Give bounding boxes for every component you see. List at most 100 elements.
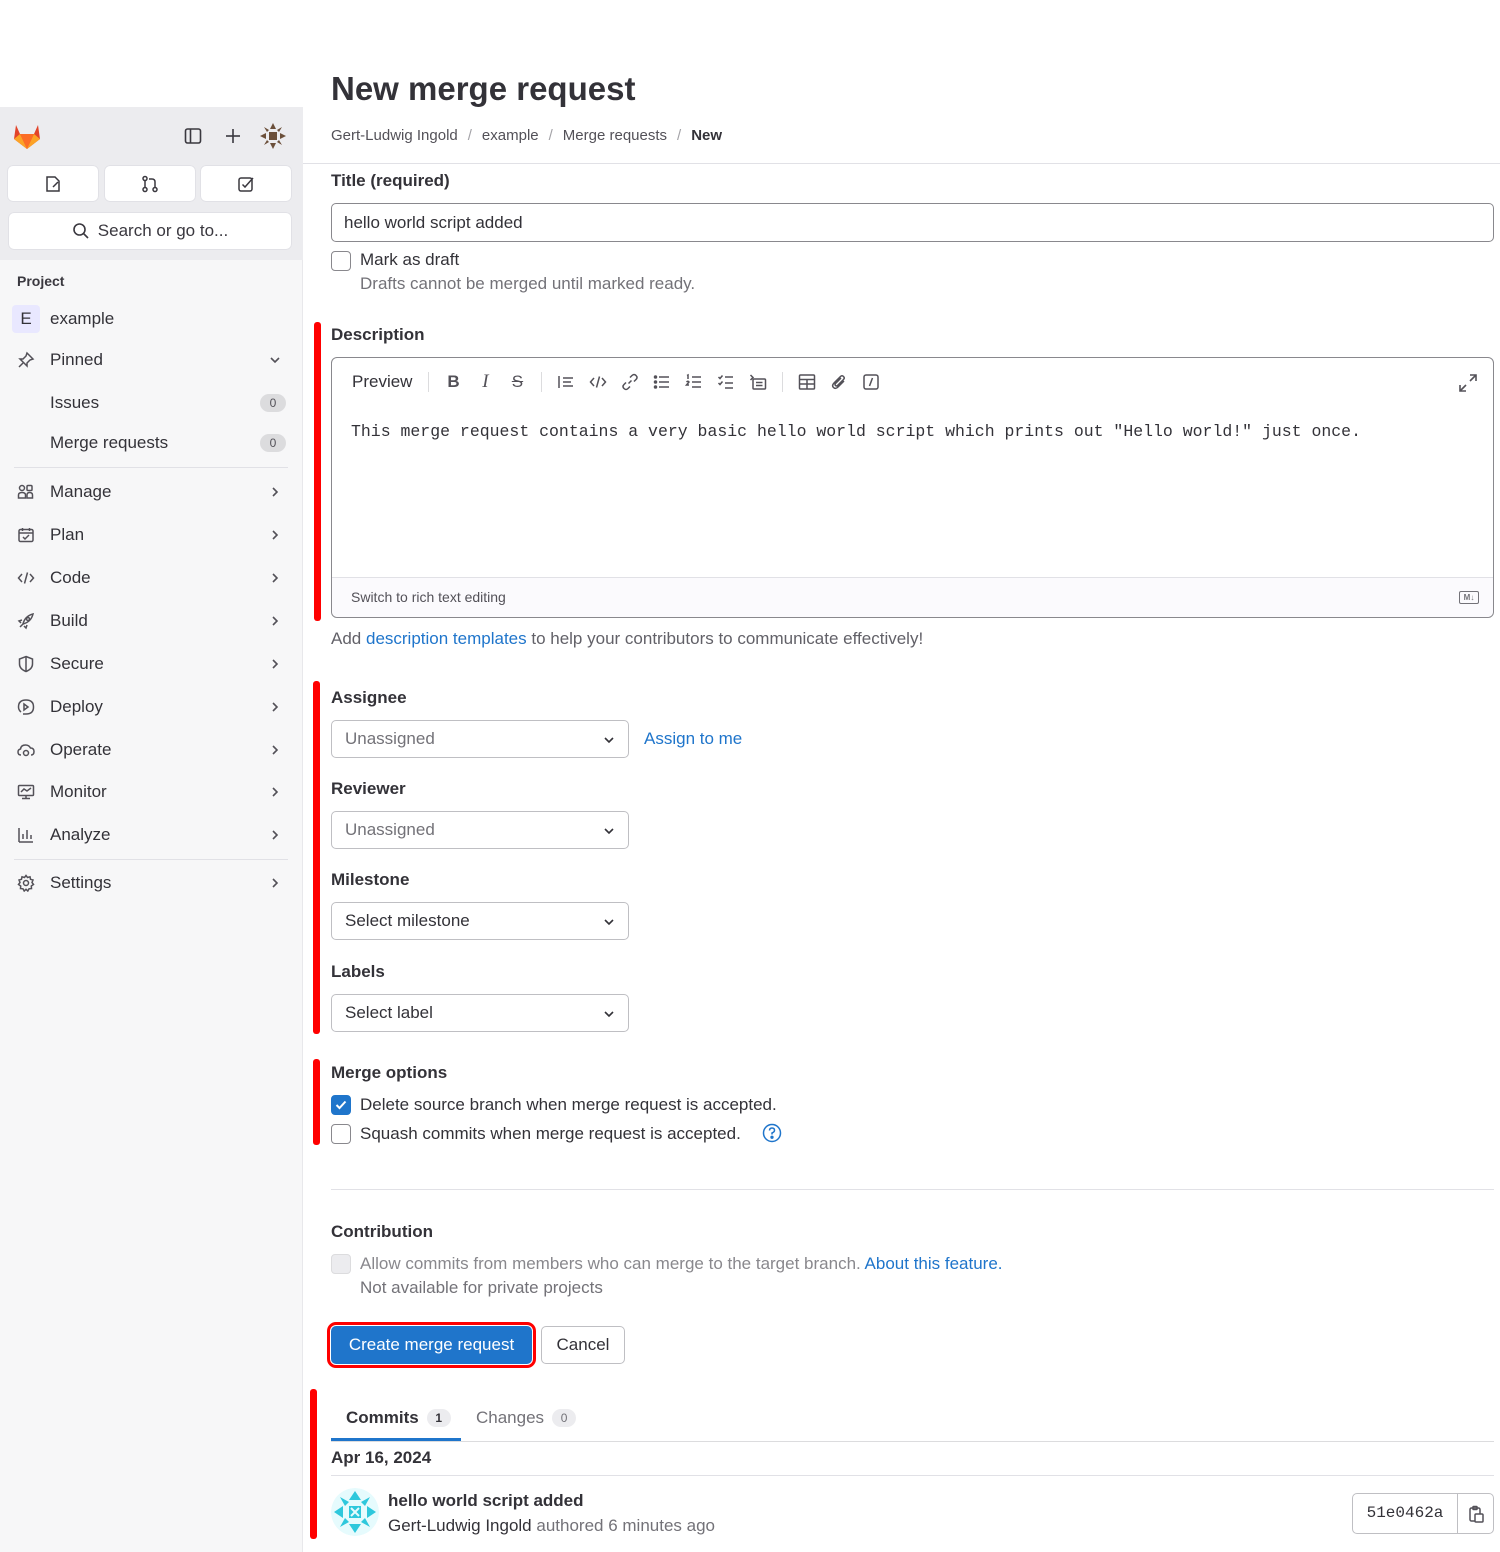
- sidebar-divider: [14, 859, 288, 860]
- chevron-right-icon: [272, 616, 279, 626]
- title-label: Title (required): [331, 171, 450, 190]
- todo-list-button[interactable]: [200, 165, 292, 202]
- commit-sha-group: 51e0462a: [1352, 1493, 1494, 1534]
- create-merge-request-button[interactable]: Create merge request: [327, 1322, 536, 1368]
- sidebar-item-secure[interactable]: Secure: [6, 646, 290, 682]
- sidebar-item-operate[interactable]: Operate: [6, 732, 290, 768]
- sidebar-item-project[interactable]: E example: [6, 301, 290, 337]
- reviewer-dropdown[interactable]: Unassigned: [331, 811, 629, 849]
- sidebar-item-build[interactable]: Build: [6, 603, 290, 639]
- code-icon[interactable]: [585, 369, 611, 395]
- about-feature-link[interactable]: About this feature.: [865, 1254, 1003, 1273]
- table-icon[interactable]: [794, 369, 820, 395]
- pinned-label: Pinned: [50, 350, 103, 369]
- sidebar-item-analyze[interactable]: Analyze: [6, 817, 290, 853]
- bullet-list-icon[interactable]: [649, 369, 675, 395]
- italic-icon[interactable]: I: [472, 369, 498, 395]
- breadcrumb-merge-requests[interactable]: Merge requests: [563, 127, 667, 144]
- calendar-icon: [15, 524, 37, 546]
- fullscreen-icon[interactable]: [1457, 372, 1479, 394]
- gitlab-logo-icon[interactable]: [10, 119, 44, 153]
- commit-author[interactable]: Gert-Ludwig Ingold: [388, 1516, 532, 1535]
- commit-title[interactable]: hello world script added: [388, 1491, 584, 1511]
- breadcrumb-separator: /: [677, 127, 682, 144]
- merge-requests-quick-button[interactable]: [104, 165, 196, 202]
- squash-commits-checkbox[interactable]: [331, 1124, 351, 1144]
- create-new-icon[interactable]: [220, 123, 246, 149]
- labels-dropdown[interactable]: Select label: [331, 994, 629, 1032]
- sidebar-item-label: Monitor: [50, 782, 107, 801]
- merge-options-label: Merge options: [331, 1063, 448, 1082]
- attach-file-icon[interactable]: [826, 369, 852, 395]
- sidebar-item-label: Secure: [50, 654, 104, 673]
- code-icon: [15, 567, 37, 589]
- labels-value: Select label: [345, 1003, 433, 1022]
- breadcrumb-current[interactable]: New: [691, 127, 722, 144]
- tab-commits[interactable]: Commits 1: [346, 1396, 451, 1440]
- commit-author-avatar[interactable]: [331, 1488, 379, 1536]
- issues-count-badge: 0: [260, 394, 286, 412]
- task-list-icon[interactable]: [713, 369, 739, 395]
- tabs-divider: [331, 1441, 1494, 1442]
- pin-icon: [15, 349, 37, 371]
- breadcrumb: Gert-Ludwig Ingold / example / Merge req…: [331, 127, 722, 144]
- chevron-right-icon: [272, 487, 279, 497]
- sidebar-item-label: Manage: [50, 482, 112, 501]
- assign-to-me-link[interactable]: Assign to me: [644, 729, 742, 749]
- link-icon[interactable]: [617, 369, 643, 395]
- sidebar-item-label: Issues: [50, 393, 100, 412]
- assigned-issues-button[interactable]: [7, 165, 99, 202]
- chevron-right-icon: [272, 573, 279, 583]
- sidebar-item-code[interactable]: Code: [6, 560, 290, 596]
- sidebar-item-merge-requests[interactable]: Merge requests 0: [6, 425, 290, 461]
- squash-commits-label: Squash commits when merge request is acc…: [360, 1124, 741, 1143]
- delete-source-branch-checkbox[interactable]: [331, 1095, 351, 1115]
- sidebar-item-label: Analyze: [50, 825, 111, 844]
- switch-rich-text-button[interactable]: Switch to rich text editing: [351, 589, 506, 605]
- chevron-right-icon: [272, 530, 279, 540]
- sidebar-item-manage[interactable]: Manage: [6, 474, 290, 510]
- sidebar-item-pinned[interactable]: Pinned: [6, 342, 290, 378]
- cancel-button[interactable]: Cancel: [541, 1326, 625, 1364]
- quick-actions-icon[interactable]: [858, 369, 884, 395]
- strikethrough-icon[interactable]: S: [504, 369, 530, 395]
- breadcrumb-project[interactable]: example: [482, 127, 539, 144]
- sidebar-item-deploy[interactable]: Deploy: [6, 689, 290, 725]
- assignee-dropdown[interactable]: Unassigned: [331, 720, 629, 758]
- delete-source-branch-label: Delete source branch when merge request …: [360, 1095, 777, 1114]
- project-name: example: [50, 309, 115, 328]
- chevron-down-icon: [270, 357, 280, 364]
- sidebar-item-settings[interactable]: Settings: [6, 865, 290, 901]
- chevron-down-icon: [604, 828, 614, 835]
- tab-changes[interactable]: Changes 0: [476, 1396, 577, 1440]
- breadcrumb-user[interactable]: Gert-Ludwig Ingold: [331, 127, 458, 144]
- search-label: Search or go to...: [97, 221, 229, 240]
- search-button[interactable]: Search or go to...: [8, 212, 292, 250]
- sidebar-item-label: Settings: [50, 873, 112, 892]
- sidebar-item-issues[interactable]: Issues 0: [6, 385, 290, 421]
- mark-as-draft-checkbox[interactable]: [331, 251, 351, 271]
- user-avatar[interactable]: [258, 121, 288, 151]
- preview-tab[interactable]: Preview: [344, 372, 420, 392]
- numbered-list-icon[interactable]: [681, 369, 707, 395]
- collapsible-section-icon[interactable]: [745, 369, 771, 395]
- commit-sha-button[interactable]: 51e0462a: [1353, 1494, 1458, 1533]
- assignee-value: Unassigned: [345, 729, 435, 748]
- quote-icon[interactable]: [553, 369, 579, 395]
- sidebar-item-monitor[interactable]: Monitor: [6, 774, 290, 810]
- milestone-label: Milestone: [331, 870, 410, 889]
- copy-sha-button[interactable]: [1458, 1494, 1493, 1533]
- help-icon[interactable]: [762, 1123, 782, 1143]
- project-avatar: E: [12, 305, 40, 333]
- merge-request-icon: [142, 175, 158, 192]
- sidebar-item-plan[interactable]: Plan: [6, 517, 290, 553]
- collapse-sidebar-icon[interactable]: [180, 123, 206, 149]
- editor-footer: Switch to rich text editing M↓: [332, 577, 1493, 617]
- sidebar-item-label: Code: [50, 568, 91, 587]
- description-textarea[interactable]: This merge request contains a very basic…: [351, 422, 1471, 441]
- bold-icon[interactable]: B: [440, 369, 466, 395]
- issues-icon: [46, 175, 60, 192]
- description-templates-link[interactable]: description templates: [366, 629, 527, 648]
- title-input[interactable]: hello world script added: [331, 203, 1494, 242]
- milestone-dropdown[interactable]: Select milestone: [331, 902, 629, 940]
